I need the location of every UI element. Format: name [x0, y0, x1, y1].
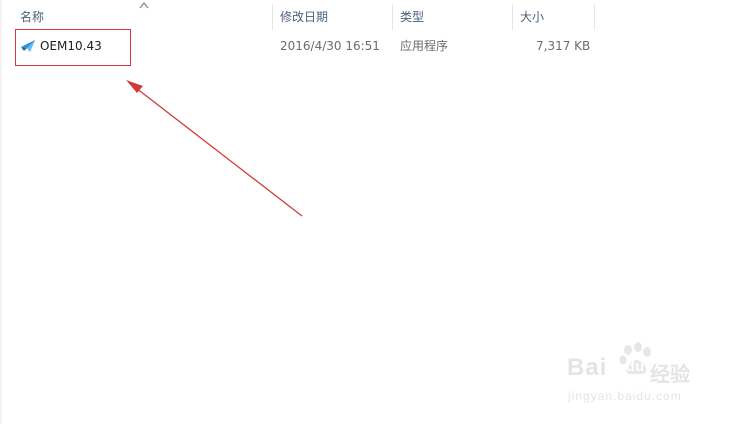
column-separator[interactable]	[392, 4, 393, 30]
left-edge	[0, 0, 2, 424]
watermark-brand: Bai	[567, 354, 608, 381]
column-separator[interactable]	[594, 4, 595, 30]
file-size: 7,317 KB	[536, 39, 591, 53]
watermark-cn-text: 经验	[650, 364, 690, 386]
column-separator[interactable]	[272, 4, 273, 30]
file-type: 应用程序	[400, 39, 449, 53]
column-header-type[interactable]: 类型	[394, 0, 512, 34]
annotation-highlight-box	[15, 29, 131, 66]
file-modified-date: 2016/4/30 16:51	[280, 39, 380, 53]
watermark-brand-suffix: du	[626, 358, 646, 374]
file-explorer-window: 名称 修改日期 类型 大小 OEM10.43 2016/4/30 16:51 应…	[0, 0, 739, 424]
column-header-size[interactable]: 大小	[514, 0, 594, 34]
column-header-modified[interactable]: 修改日期	[274, 0, 392, 34]
watermark-url: jingyan.baidu.com	[568, 389, 682, 403]
column-separator[interactable]	[512, 4, 513, 30]
baidu-watermark: Bai du 经验 jingyan.baidu.com	[562, 342, 702, 412]
